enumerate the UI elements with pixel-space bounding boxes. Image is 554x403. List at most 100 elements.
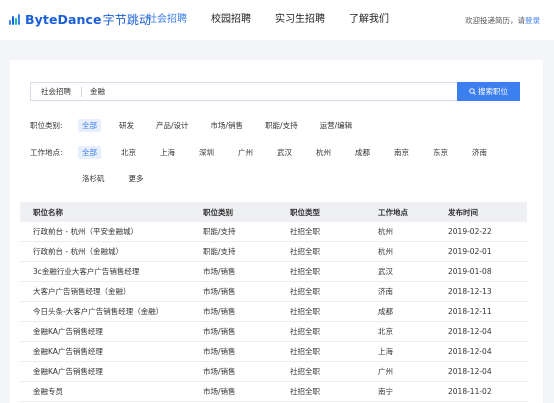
job-title-link[interactable]: 金融KA广告销售经理 <box>20 346 203 357</box>
logo-bars-icon <box>9 13 21 25</box>
table-cell: 济南 <box>378 287 393 296</box>
table-cell: 市场/销售 <box>203 307 236 316</box>
search-bar: 社会招聘 搜索职位 <box>30 82 520 101</box>
nav-tab-4[interactable]: 了解我们 <box>349 0 389 40</box>
table-cell: 社招全职 <box>290 267 320 276</box>
table-cell: 市场/销售 <box>203 347 236 356</box>
table-cell: 社招全职 <box>290 367 320 376</box>
table-row[interactable]: 金融KA广告销售经理 市场/销售 社招全职 北京 2018-12-04 <box>20 322 527 342</box>
category-option-2[interactable]: 研发 <box>115 119 138 132</box>
table-cell: 市场/销售 <box>203 327 236 336</box>
job-search-panel: 社会招聘 搜索职位 职位类别: 全部研发产品/设计市场/销售职能/支持运营/编辑… <box>10 60 543 403</box>
table-cell: 市场/销售 <box>203 267 236 276</box>
category-option-3[interactable]: 产品/设计 <box>152 119 193 132</box>
table-cell: 社招全职 <box>290 307 320 316</box>
table-cell: 2018-11-02 <box>448 387 492 396</box>
location-option-extra-2[interactable]: 更多 <box>125 172 148 185</box>
location-option-4[interactable]: 深圳 <box>195 146 218 159</box>
top-bar: ByteDance 字节跳动 社会招聘 校园招聘 实习生招聘 了解我们 欢迎投递简历，… <box>0 0 554 40</box>
search-divider <box>81 86 82 97</box>
search-icon <box>469 88 476 95</box>
job-title-link[interactable]: 行政前台 - 杭州（金融城） <box>20 246 203 257</box>
table-row[interactable]: 金融专员 市场/销售 社招全职 南宁 2018-11-02 <box>20 382 527 402</box>
category-options: 全部 研发 产品/设计 市场/销售 职能/支持 运营/编辑 <box>78 119 370 132</box>
location-option-2[interactable]: 北京 <box>117 146 140 159</box>
category-option-5[interactable]: 职能/支持 <box>261 119 302 132</box>
search-input[interactable] <box>90 83 457 100</box>
location-filter: 工作地点: 全部 北京 上海 深圳 广州 武汉 杭州 成都 南京 东京 济南 <box>30 146 507 159</box>
bytedance-logo[interactable]: ByteDance 字节跳动 <box>9 11 151 27</box>
location-option-3[interactable]: 上海 <box>156 146 179 159</box>
table-row[interactable]: 金融KA广告销售经理 市场/销售 社招全职 上海 2018-12-04 <box>20 342 527 362</box>
nav-tab-3[interactable]: 实习生招聘 <box>275 0 325 40</box>
nav-tab-2[interactable]: 校园招聘 <box>211 0 251 40</box>
job-title-link[interactable]: 行政前台 - 杭州（平安金融城） <box>20 226 203 237</box>
table-cell: 2018-12-04 <box>448 367 492 376</box>
table-cell: 市场/销售 <box>203 287 236 296</box>
location-option-9[interactable]: 南京 <box>390 146 413 159</box>
table-cell: 2019-02-01 <box>448 247 492 256</box>
table-row[interactable]: 行政前台 - 杭州（金融城） 职能/支持 社招全职 杭州 2019-02-01 <box>20 242 527 262</box>
column-header-4: 工作地点 <box>378 207 408 217</box>
category-option-4[interactable]: 市场/销售 <box>207 119 248 132</box>
table-cell: 2018-12-11 <box>448 307 492 316</box>
location-option-7[interactable]: 杭州 <box>312 146 335 159</box>
table-cell: 市场/销售 <box>203 367 236 376</box>
table-cell: 杭州 <box>378 227 393 236</box>
category-option-1[interactable]: 全部 <box>78 119 101 132</box>
table-cell: 职能/支持 <box>203 227 236 236</box>
job-title-link[interactable]: 金融KA广告销售经理 <box>20 326 203 337</box>
table-cell: 社招全职 <box>290 287 320 296</box>
nav-tab-1[interactable]: 社会招聘 <box>147 0 187 40</box>
job-title-link[interactable]: 大客户广告销售经理（金融） <box>20 286 203 297</box>
search-button[interactable]: 搜索职位 <box>457 82 520 101</box>
location-option-5[interactable]: 广州 <box>234 146 257 159</box>
job-title-link[interactable]: 3c金融行业大客户广告销售经理 <box>20 266 203 277</box>
main-nav: 社会招聘 校园招聘 实习生招聘 了解我们 <box>147 0 413 40</box>
job-title-link[interactable]: 金融KA广告销售经理 <box>20 366 203 377</box>
job-title-link[interactable]: 金融专员 <box>20 386 203 397</box>
table-cell: 武汉 <box>378 267 393 276</box>
search-button-label: 搜索职位 <box>478 87 508 96</box>
table-row[interactable]: 行政前台 - 杭州（平安金融城） 职能/支持 社招全职 杭州 2019-02-22 <box>20 222 527 242</box>
location-option-6[interactable]: 武汉 <box>273 146 296 159</box>
logo-name: ByteDance <box>25 11 102 27</box>
table-cell: 广州 <box>378 367 393 376</box>
table-cell: 2018-12-04 <box>448 327 492 336</box>
category-option-6[interactable]: 运营/编辑 <box>316 119 357 132</box>
logo-bar-4 <box>18 13 20 25</box>
search-category-select[interactable]: 社会招聘 <box>31 86 77 97</box>
location-option-8[interactable]: 成都 <box>351 146 374 159</box>
location-option-1[interactable]: 全部 <box>78 146 101 159</box>
table-cell: 社招全职 <box>290 247 320 256</box>
location-option-10[interactable]: 东京 <box>429 146 452 159</box>
location-filter-label: 工作地点: <box>30 148 63 157</box>
table-cell: 职能/支持 <box>203 247 236 256</box>
location-filter-row-2: 洛杉矶 更多 <box>78 172 164 185</box>
location-options: 全部 北京 上海 深圳 广州 武汉 杭州 成都 南京 东京 济南 <box>78 146 507 159</box>
table-row[interactable]: 大客户广告销售经理（金融） 市场/销售 社招全职 济南 2018-12-13 <box>20 282 527 302</box>
category-filter: 职位类别: 全部 研发 产品/设计 市场/销售 职能/支持 运营/编辑 <box>30 119 370 132</box>
table-cell: 北京 <box>378 327 393 336</box>
table-cell: 成都 <box>378 307 393 316</box>
table-row[interactable]: 3c金融行业大客户广告销售经理 市场/销售 社招全职 武汉 2019-01-08 <box>20 262 527 282</box>
job-title-link[interactable]: 今日头条-大客户广告销售经理（金融） <box>20 306 203 317</box>
column-header-3: 职位类型 <box>290 207 320 217</box>
column-header-2: 职位类别 <box>203 207 233 217</box>
login-link[interactable]: 登录 <box>525 16 540 25</box>
location-option-11[interactable]: 济南 <box>468 146 491 159</box>
table-row[interactable]: 金融KA广告销售经理 市场/销售 社招全职 广州 2018-12-04 <box>20 362 527 382</box>
table-cell: 社招全职 <box>290 347 320 356</box>
table-cell: 2018-12-04 <box>448 347 492 356</box>
logo-bar-2 <box>12 15 14 25</box>
column-header-5: 发布时间 <box>448 207 478 217</box>
location-options-more: 洛杉矶 更多 <box>78 172 164 185</box>
table-cell: 2019-02-22 <box>448 227 492 236</box>
table-cell: 南宁 <box>378 387 393 396</box>
table-body: 行政前台 - 杭州（平安金融城） 职能/支持 社招全职 杭州 2019-02-22 行政前… <box>20 222 527 402</box>
logo-name-cn: 字节跳动 <box>102 12 152 27</box>
table-cell: 杭州 <box>378 247 393 256</box>
table-row[interactable]: 今日头条-大客户广告销售经理（金融） 市场/销售 社招全职 成都 2018-12-11 <box>20 302 527 322</box>
location-option-extra-1[interactable]: 洛杉矶 <box>78 172 109 185</box>
logo-bar-1 <box>9 19 11 25</box>
